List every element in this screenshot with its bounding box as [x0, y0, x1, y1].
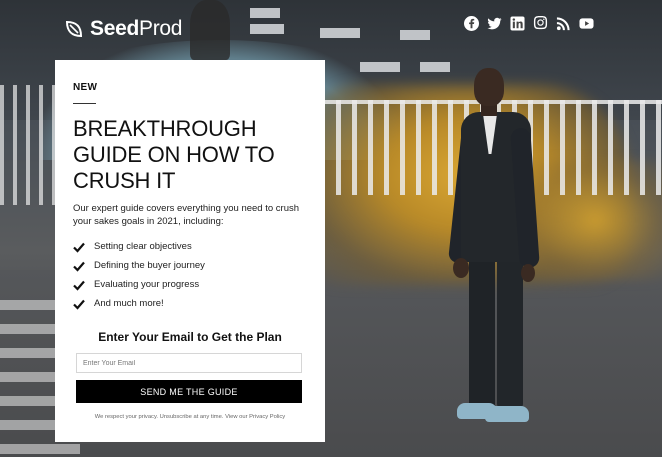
divider — [73, 103, 96, 104]
list-item: Defining the buyer journey — [73, 256, 205, 275]
background-person — [447, 68, 545, 438]
background-window — [400, 30, 430, 40]
linkedin-icon[interactable] — [510, 16, 525, 31]
seedprod-leaf-icon — [65, 20, 83, 38]
youtube-icon[interactable] — [579, 16, 594, 31]
social-links — [464, 16, 594, 31]
background-window — [420, 62, 450, 72]
optin-heading: Enter Your Email to Get the Plan — [98, 330, 282, 344]
send-guide-button[interactable]: SEND ME THE GUIDE — [76, 380, 302, 403]
facebook-icon[interactable] — [464, 16, 479, 31]
logo-wordmark: SeedProd — [90, 17, 183, 40]
list-item: Setting clear objectives — [73, 237, 205, 256]
list-item: Evaluating your progress — [73, 275, 205, 294]
background-window — [250, 8, 280, 18]
checkmark-icon — [73, 261, 85, 272]
instagram-icon[interactable] — [533, 16, 548, 31]
seedprod-logo[interactable]: SeedProd — [64, 17, 182, 41]
privacy-policy-link[interactable]: View our Privacy Policy — [225, 414, 285, 420]
eyebrow-label: NEW — [73, 82, 98, 93]
checkmark-icon — [73, 280, 85, 291]
page-headline: BREAKTHROUGH GUIDE ON HOW TO CRUSH IT — [73, 116, 275, 193]
background-window — [250, 24, 284, 34]
optin-card: NEW BREAKTHROUGH GUIDE ON HOW TO CRUSH I… — [55, 60, 325, 442]
benefits-list: Setting clear objectives Defining the bu… — [73, 237, 205, 313]
checkmark-icon — [73, 299, 85, 310]
twitter-icon[interactable] — [487, 16, 502, 31]
background-fence — [0, 85, 60, 205]
list-item: And much more! — [73, 294, 205, 313]
privacy-note: We respect your privacy. Unsubscribe at … — [94, 414, 286, 420]
email-input[interactable] — [76, 353, 302, 373]
checkmark-icon — [73, 242, 85, 253]
guide-description: Our expert guide covers everything you n… — [73, 203, 300, 227]
background-statue — [190, 0, 230, 60]
background-window — [320, 28, 360, 38]
rss-icon[interactable] — [556, 16, 571, 31]
